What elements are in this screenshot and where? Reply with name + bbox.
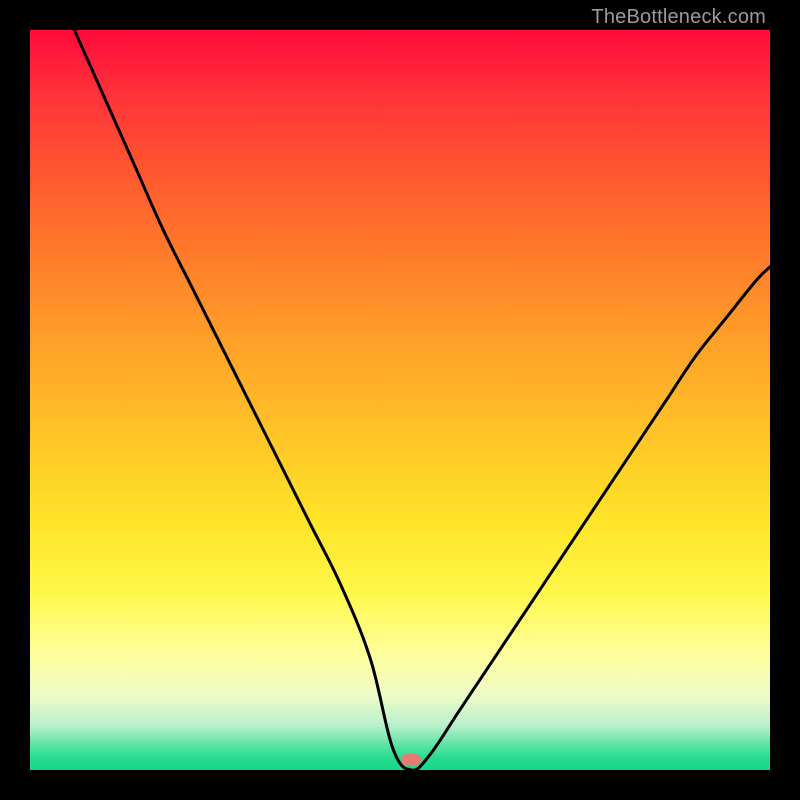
plot-area	[30, 30, 770, 770]
chart-frame: TheBottleneck.com	[0, 0, 800, 800]
curve-svg	[30, 30, 770, 770]
watermark-text: TheBottleneck.com	[591, 6, 766, 29]
bottleneck-curve	[74, 30, 770, 770]
minimum-marker	[401, 754, 421, 766]
